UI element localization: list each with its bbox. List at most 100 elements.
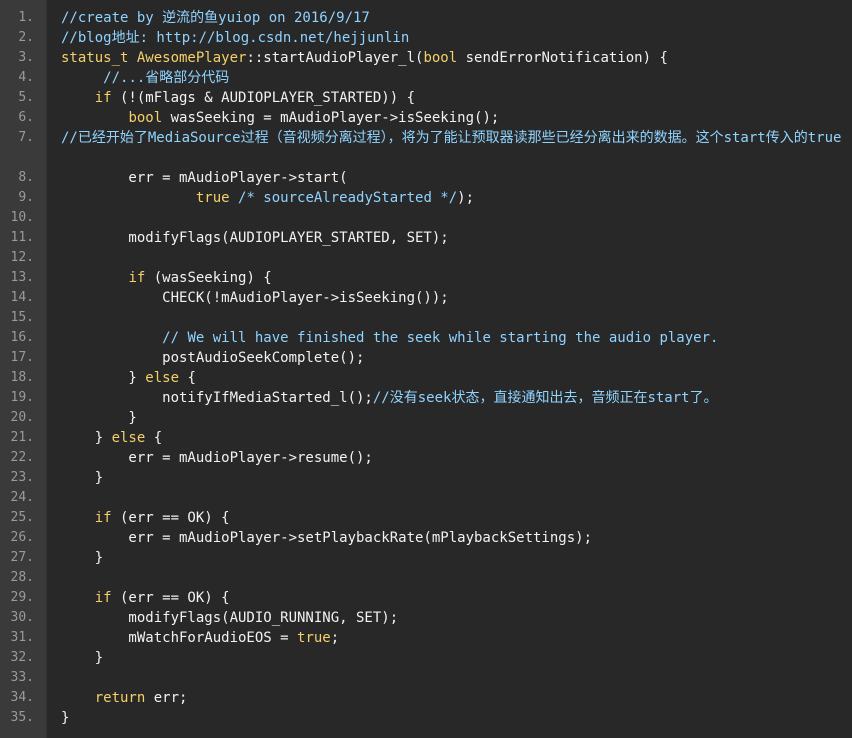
line-number: 18.	[10, 370, 34, 385]
code-token-plain: wasSeeking = mAudioPlayer->isSeeking();	[162, 110, 500, 126]
code-line: } else {	[61, 368, 846, 388]
code-token-keyword: true	[195, 190, 230, 206]
code-line: //blog地址: http://blog.csdn.net/hejjunlin	[61, 28, 846, 48]
code-token-keyword: if	[94, 90, 112, 106]
code-token-plain: ;	[330, 630, 340, 646]
code-line: if (!(mFlags & AUDIOPLAYER_STARTED)) {	[61, 88, 846, 108]
code-token-keyword: bool	[128, 110, 163, 126]
code-line: err = mAudioPlayer->resume();	[61, 448, 846, 468]
code-token-plain: (err == OK) {	[111, 590, 230, 606]
code-token-comment: //create by 逆流的鱼yuiop on 2016/9/17	[61, 10, 370, 26]
line-number: 32.	[10, 650, 34, 665]
code-line: if (err == OK) {	[61, 508, 846, 528]
line-number: 35.	[10, 710, 34, 725]
line-number: 23.	[10, 470, 34, 485]
code-token-keyword: else	[111, 430, 146, 446]
code-token-plain: }	[61, 710, 70, 726]
code-line: }	[61, 468, 846, 488]
code-token-plain: }	[61, 650, 104, 666]
code-token-plain: err = mAudioPlayer->start(	[61, 170, 348, 186]
line-number: 8.	[18, 170, 34, 185]
code-token-plain: {	[145, 430, 163, 446]
code-line: }	[61, 648, 846, 668]
code-line: if (err == OK) {	[61, 588, 846, 608]
code-token-plain: modifyFlags(AUDIOPLAYER_STARTED, SET);	[61, 230, 449, 246]
code-token-keyword: if	[128, 270, 146, 286]
code-token-comment: //blog地址: http://blog.csdn.net/hejjunlin	[61, 30, 410, 46]
code-token-keyword: else	[145, 370, 180, 386]
code-token-comment: //...省略部分代码	[103, 70, 230, 86]
line-number: 10.	[10, 210, 34, 225]
code-token-keyword: if	[94, 510, 112, 526]
line-number: 24.	[10, 490, 34, 505]
code-line: CHECK(!mAudioPlayer->isSeeking());	[61, 288, 846, 308]
code-token-plain: err;	[145, 690, 188, 706]
line-number: 22.	[10, 450, 34, 465]
code-line: err = mAudioPlayer->start(	[61, 168, 846, 188]
code-token-plain: err = mAudioPlayer->setPlaybackRate(mPla…	[61, 530, 593, 546]
line-number: 5.	[18, 90, 34, 105]
line-number: 1.	[18, 10, 34, 25]
code-token-plain: (!(mFlags & AUDIOPLAYER_STARTED)) {	[111, 90, 416, 106]
code-token-type: bool	[423, 50, 458, 66]
code-line: } else {	[61, 428, 846, 448]
line-number: 16.	[10, 330, 34, 345]
line-number: 6.	[18, 110, 34, 125]
line-number: 34.	[10, 690, 34, 705]
code-line: err = mAudioPlayer->setPlaybackRate(mPla…	[61, 528, 846, 548]
line-number: 15.	[10, 310, 34, 325]
code-token-plain: }	[61, 470, 104, 486]
line-number: 20.	[10, 410, 34, 425]
line-number: 9.	[18, 190, 34, 205]
line-number: 13.	[10, 270, 34, 285]
code-line: modifyFlags(AUDIO_RUNNING, SET);	[61, 608, 846, 628]
code-token-plain: );	[457, 190, 475, 206]
code-token-plain: notifyIfMediaStarted_l();	[61, 390, 373, 406]
code-token-plain: mWatchForAudioEOS =	[61, 630, 298, 646]
line-number-gutter: 1. 2. 3. 4. 5. 6. 7. 8. 9. 10. 11. 12. 13. 14. 15. 16. 1…	[0, 0, 46, 738]
code-token-plain: }	[61, 370, 146, 386]
code-area[interactable]: //create by 逆流的鱼yuiop on 2016/9/17 //blog…	[46, 0, 852, 738]
line-number: 28.	[10, 570, 34, 585]
code-token-plain: sendErrorNotification) {	[457, 50, 668, 66]
line-number: 17.	[10, 350, 34, 365]
code-token-comment: //已经开始了MediaSource过程（音视频分离过程），将为了能让预取器读那…	[61, 130, 842, 146]
code-line: }	[61, 408, 846, 428]
code-token-plain: (wasSeeking) {	[145, 270, 272, 286]
line-number: 3.	[18, 50, 34, 65]
code-line: //create by 逆流的鱼yuiop on 2016/9/17	[61, 8, 846, 28]
code-line: postAudioSeekComplete();	[61, 348, 846, 368]
line-number: 33.	[10, 670, 34, 685]
code-token-type: AwesomePlayer	[136, 50, 247, 66]
code-token-plain: (err == OK) {	[111, 510, 230, 526]
code-line: }	[61, 708, 846, 728]
line-number: 12.	[10, 250, 34, 265]
line-number: 11.	[10, 230, 34, 245]
code-token-comment: // We will have finished the seek while …	[162, 330, 719, 346]
code-line: //...省略部分代码	[61, 68, 846, 88]
code-token-comment: //没有seek状态，直接通知出去，音频正在start了。	[372, 390, 718, 406]
code-line: mWatchForAudioEOS = true;	[61, 628, 846, 648]
code-editor: 1. 2. 3. 4. 5. 6. 7. 8. 9. 10. 11. 12. 13. 14. 15. 16. 1…	[0, 0, 852, 738]
code-line: // We will have finished the seek while …	[61, 328, 846, 348]
code-line: true /* sourceAlreadyStarted */);	[61, 188, 846, 208]
code-token-plain: }	[61, 410, 137, 426]
code-token-plain: err = mAudioPlayer->resume();	[61, 450, 373, 466]
line-number: 26.	[10, 530, 34, 545]
line-number: 31.	[10, 630, 34, 645]
line-number: 27.	[10, 550, 34, 565]
code-line: if (wasSeeking) {	[61, 268, 846, 288]
line-number: 19.	[10, 390, 34, 405]
code-token-plain: ::startAudioPlayer_l(	[246, 50, 424, 66]
code-token-plain: {	[179, 370, 196, 386]
code-token-plain: modifyFlags(AUDIO_RUNNING, SET);	[61, 610, 399, 626]
